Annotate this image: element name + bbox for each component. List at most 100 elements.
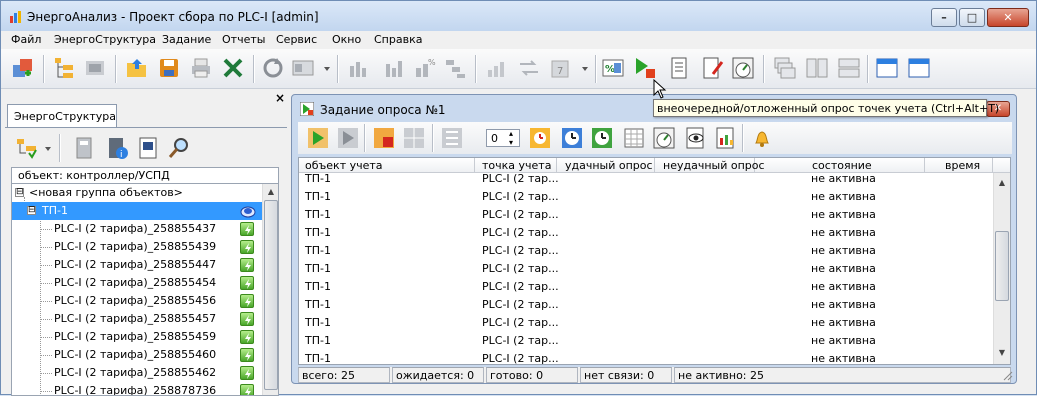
tile-horizontal-icon[interactable] [837,56,861,80]
excel-icon[interactable] [221,56,245,80]
collapse-icon[interactable]: ⊟ [27,206,36,215]
table-icon[interactable] [622,126,646,150]
tree-group-node[interactable]: ⊟ <новая группа объектов> [12,184,262,202]
table-row[interactable]: ТП-1 PLC-I (2 тар... не активна [299,208,993,226]
calc-icon[interactable] [440,126,464,150]
cascade-icon[interactable] [773,56,797,80]
title-bar[interactable]: ЭнергоАнализ - Проект сбора по PLC-I [ad… [1,1,1036,31]
menu-energy-structure[interactable]: ЭнергоСтруктура [54,33,156,46]
menu-task[interactable]: Задание [162,33,211,46]
info-icon[interactable]: i [105,136,129,160]
task-edit-icon[interactable] [701,56,725,80]
tree-item[interactable]: PLC-I (2 тарифа)_258855437 [12,220,262,238]
table-row[interactable]: ТП-1 PLC-I (2 тар... не активна [299,352,993,364]
grid-icon[interactable] [402,126,426,150]
properties-icon[interactable] [83,56,107,80]
table-row[interactable]: ТП-1 PLC-I (2 тар... не активна [299,244,993,262]
view-mode-icon[interactable] [291,56,315,80]
table-row[interactable]: ТП-1 PLC-I (2 тар... не активна [299,298,993,316]
menu-reports[interactable]: Отчеты [222,33,265,46]
stop-icon[interactable] [372,126,396,150]
bar-chart2-icon[interactable] [383,56,407,80]
col-point[interactable]: точка учета [475,158,557,173]
tree-view-icon[interactable] [53,56,77,80]
menu-service[interactable]: Сервис [276,33,317,46]
scroll-down-icon[interactable]: ▼ [994,345,1010,361]
scroll-thumb[interactable] [995,231,1009,301]
col-object[interactable]: объект учета [299,158,475,173]
table-row[interactable]: ТП-1 PLC-I (2 тар... не активна [299,226,993,244]
menu-file[interactable]: Файл [11,33,41,46]
gantt-icon[interactable] [443,56,467,80]
menu-help[interactable]: Справка [374,33,422,46]
table-row[interactable]: ТП-1 PLC-I (2 тар... не активна [299,262,993,280]
table-row[interactable]: ТП-1 PLC-I (2 тар... не активна [299,190,993,208]
table-row[interactable]: ТП-1 PLC-I (2 тар... не активна [299,172,993,190]
clock-sun-icon[interactable] [528,126,552,150]
bell-icon[interactable] [750,126,774,150]
minimize-button[interactable]: – [931,8,957,27]
tree-item[interactable]: PLC-I (2 тарифа)_258855456 [12,292,262,310]
meter-gauge-icon[interactable] [652,126,676,150]
col-success[interactable]: удачный опрос [557,158,655,173]
col-state[interactable]: состояние [755,158,925,173]
table-row[interactable]: ТП-1 PLC-I (2 тар... не активна [299,280,993,298]
bar-chart-icon[interactable] [347,56,371,80]
meter-icon[interactable] [73,136,97,160]
window2-icon[interactable] [907,56,931,80]
clock-blue-icon[interactable] [560,126,584,150]
add-object-icon[interactable] [11,56,35,80]
save-icon[interactable] [157,56,181,80]
tooltip: внеочередной/отложенный опрос точек учет… [653,99,999,117]
tree-item[interactable]: PLC-I (2 тарифа)_258878736 [12,382,262,395]
tree-node-tp1[interactable]: ⊟ ТП-1 [12,202,262,220]
eye-icon[interactable] [684,126,708,150]
report-icon[interactable] [714,126,738,150]
tree-item[interactable]: PLC-I (2 тарифа)_258855439 [12,238,262,256]
scroll-up-icon[interactable]: ▲ [263,184,278,200]
scroll-thumb[interactable] [264,200,278,390]
search-icon[interactable] [167,136,191,160]
resize-grip-icon[interactable] [1001,369,1013,381]
percent-icon[interactable]: % [601,56,625,80]
play-icon[interactable] [306,126,330,150]
maximize-button[interactable]: □ [959,8,985,27]
tab-energy-structure[interactable]: ЭнергоСтруктура [7,104,117,128]
chart3-icon[interactable] [485,56,509,80]
menu-window[interactable]: Окно [332,33,361,46]
panel-close-icon[interactable]: × [275,91,285,105]
plc-device-icon [240,384,254,395]
collapse-icon[interactable]: ⊟ [15,188,24,197]
task-list-icon[interactable] [669,56,693,80]
tree-item[interactable]: PLC-I (2 тарифа)_258855460 [12,346,262,364]
col-fail[interactable]: неудачный опрос [655,158,765,173]
tree-scrollbar[interactable]: ▲ [262,184,278,395]
calendar-icon[interactable]: 7 [549,56,573,80]
gauge-icon[interactable] [731,56,755,80]
interval-spinner[interactable]: 0 ▴ ▾ [486,129,520,147]
scroll-up-icon[interactable]: ▲ [994,175,1010,191]
tree-item[interactable]: PLC-I (2 тарифа)_258855454 [12,274,262,292]
run-poll-icon[interactable] [633,56,657,80]
clock-green-icon[interactable] [590,126,614,150]
tile-vertical-icon[interactable] [805,56,829,80]
tree-item[interactable]: PLC-I (2 тарифа)_258855457 [12,310,262,328]
grid-scrollbar[interactable]: ▲ ▼ [993,173,1010,364]
tree-item[interactable]: PLC-I (2 тарифа)_258855447 [12,256,262,274]
refresh-icon[interactable] [261,56,285,80]
close-button[interactable]: ✕ [987,8,1029,27]
percent-chart-icon[interactable]: % [413,56,437,80]
chart4-icon[interactable] [517,56,541,80]
document-icon[interactable] [137,136,161,160]
step-icon[interactable] [336,126,360,150]
window1-icon[interactable] [875,56,899,80]
table-row[interactable]: ТП-1 PLC-I (2 тар... не активна [299,334,993,352]
tree-item[interactable]: PLC-I (2 тарифа)_258855459 [12,328,262,346]
print-icon[interactable] [189,56,213,80]
open-folder-icon[interactable] [125,56,149,80]
tree-column-header[interactable]: объект: контроллер/УСПД [11,167,279,184]
tree-item[interactable]: PLC-I (2 тарифа)_258855462 [12,364,262,382]
table-row[interactable]: ТП-1 PLC-I (2 тар... не активна [299,316,993,334]
col-time[interactable]: время [925,158,993,173]
filter-tree-icon[interactable] [15,136,39,160]
